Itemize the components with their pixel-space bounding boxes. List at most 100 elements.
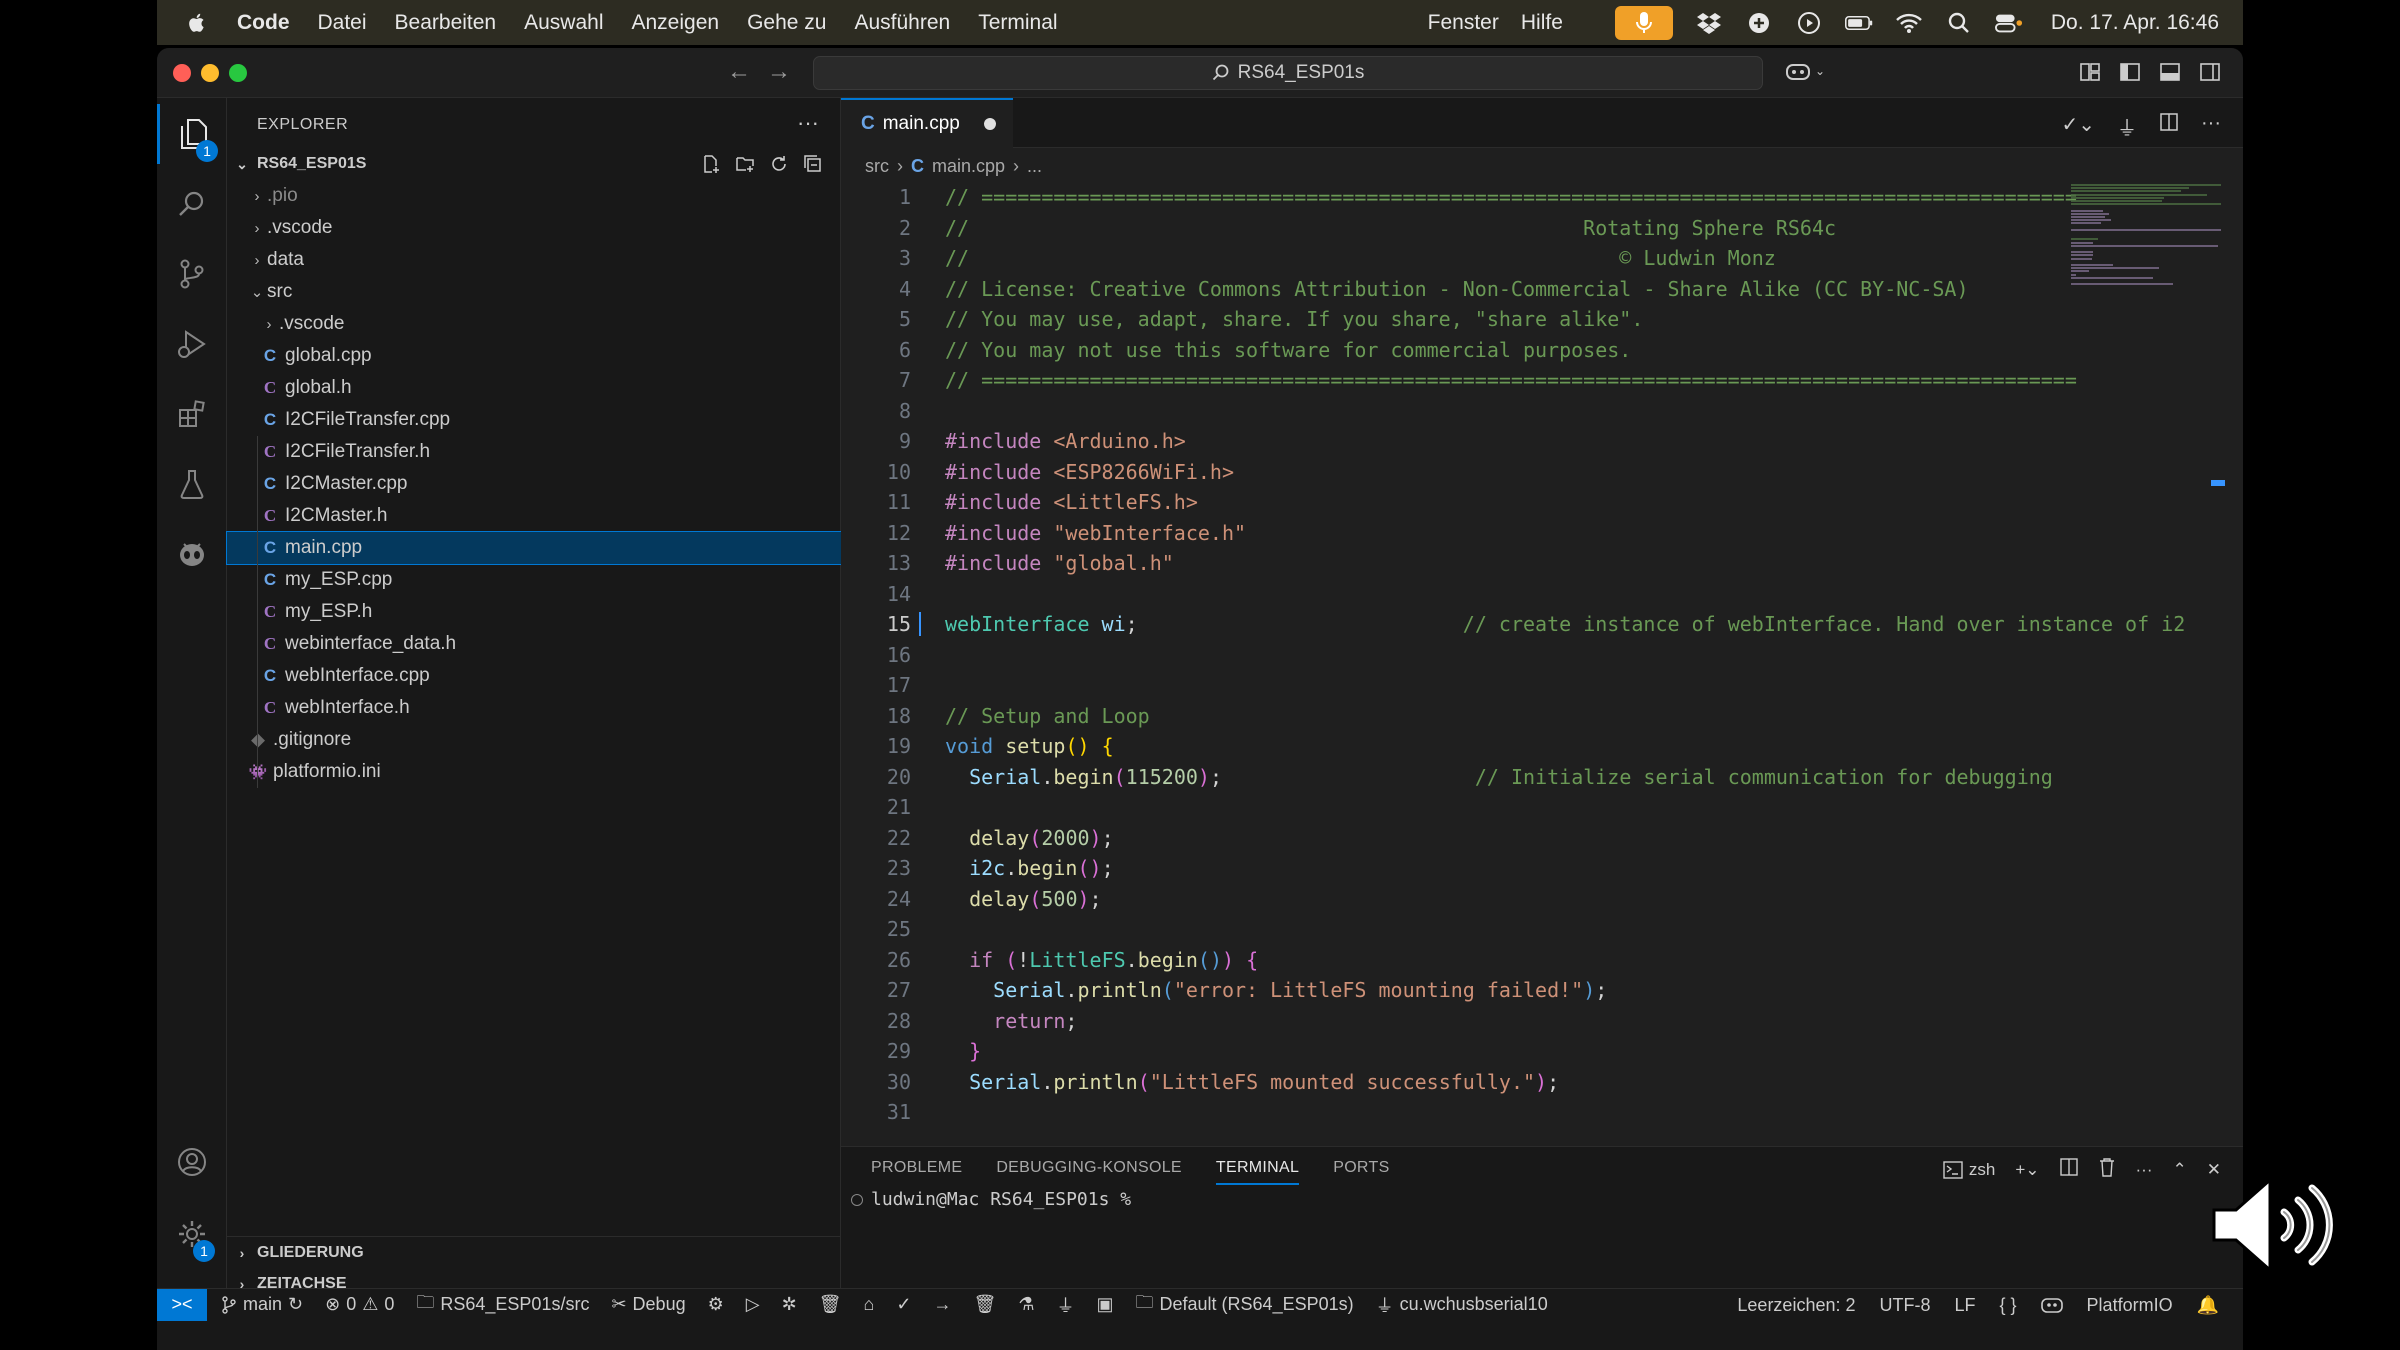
code-line[interactable]: // You may not use this software for com…: [945, 335, 1631, 366]
project-root[interactable]: ⌄ RS64_ESP01S: [227, 150, 841, 178]
tree-file[interactable]: Cmain.cpp: [226, 531, 842, 565]
tree-file[interactable]: Cmy_ESP.h: [227, 596, 841, 628]
code-line[interactable]: return;: [945, 1006, 1077, 1037]
tree-folder[interactable]: › .vscode: [227, 308, 841, 340]
toggle-secondary-sidebar-icon[interactable]: [2199, 61, 2221, 83]
control-center-icon[interactable]: [1994, 10, 2023, 36]
pio-home-icon[interactable]: ⌂: [864, 1294, 875, 1315]
menu-ausfuehren[interactable]: Ausführen: [854, 11, 950, 35]
menu-auswahl[interactable]: Auswahl: [524, 11, 603, 35]
code-line[interactable]: #include <Arduino.h>: [945, 426, 1186, 457]
pio-clean-icon[interactable]: 🗑: [819, 1294, 842, 1315]
more-actions-icon[interactable]: ···: [2136, 1160, 2153, 1180]
pio-debug-icon[interactable]: ✲: [782, 1294, 797, 1315]
tree-file[interactable]: Cglobal.h: [227, 372, 841, 404]
terminal-shell-selector[interactable]: zsh: [1943, 1160, 1995, 1180]
tree-file[interactable]: C I2CFileTransfer.h: [227, 436, 841, 468]
code-line[interactable]: // © Ludwin Monz: [945, 243, 1776, 274]
menu-anzeigen[interactable]: Anzeigen: [632, 11, 720, 35]
activity-source-control[interactable]: [157, 244, 227, 304]
window-close-button[interactable]: [173, 64, 191, 82]
code-line[interactable]: // =====================================…: [945, 365, 2077, 396]
pio-environment[interactable]: 🗀 Default (RS64_ESP01s): [1136, 1290, 1354, 1320]
code-line[interactable]: ESP01s.begin(); // init Wifi and time: [945, 1128, 1716, 1133]
pio-clean-all-icon[interactable]: 🗑: [974, 1294, 997, 1315]
wifi-icon[interactable]: [1895, 10, 1923, 36]
pio-build-icon[interactable]: ✓: [896, 1294, 911, 1315]
back-arrow-icon[interactable]: ←: [727, 58, 751, 86]
command-center-search[interactable]: RS64_ESP01s: [813, 56, 1763, 90]
unsaved-dot-icon[interactable]: [983, 118, 996, 130]
collapse-all-icon[interactable]: [803, 154, 823, 174]
copilot-menu[interactable]: ⌄: [1785, 60, 1825, 82]
code-editor[interactable]: 1 // ====================================…: [841, 182, 2221, 1132]
cloud-sync-icon[interactable]: [1745, 10, 1773, 36]
code-line[interactable]: Serial.println("LittleFS mounted success…: [945, 1067, 1559, 1098]
code-line[interactable]: // You may use, adapt, share. If you sha…: [945, 304, 1643, 335]
code-line[interactable]: Serial.println("error: LittleFS mounting…: [945, 975, 1607, 1006]
debug-button[interactable]: ✂ Debug: [611, 1294, 685, 1315]
tree-file[interactable]: Cwebinterface_data.h: [227, 628, 841, 660]
split-editor-icon[interactable]: [2159, 112, 2179, 141]
tree-file[interactable]: C I2CFileTransfer.cpp: [227, 404, 841, 436]
line-ending[interactable]: LF: [1955, 1295, 1976, 1316]
outline-section[interactable]: › GLIEDERUNG: [227, 1236, 841, 1268]
refresh-icon[interactable]: [769, 154, 789, 174]
code-line[interactable]: // License: Creative Commons Attribution…: [945, 274, 1969, 305]
pio-build-run-icon[interactable]: ▷: [746, 1294, 760, 1315]
menu-hilfe[interactable]: Hilfe: [1521, 11, 1563, 35]
git-branch[interactable]: main ↻: [221, 1294, 303, 1315]
apple-icon[interactable]: [185, 11, 209, 35]
new-file-icon[interactable]: [701, 154, 721, 174]
copilot-status-icon[interactable]: [2040, 1296, 2063, 1314]
code-line[interactable]: #include "global.h": [945, 548, 1174, 579]
indentation[interactable]: Leerzeichen: 2: [1737, 1295, 1855, 1316]
activity-manage[interactable]: 1: [157, 1204, 227, 1264]
pio-test-icon[interactable]: ⚗: [1018, 1294, 1034, 1315]
encoding[interactable]: UTF-8: [1880, 1295, 1931, 1316]
code-line[interactable]: #include <LittleFS.h>: [945, 487, 1198, 518]
tree-folder[interactable]: › .vscode: [227, 212, 841, 244]
tab-main-cpp[interactable]: C main.cpp: [841, 98, 1013, 148]
tree-file[interactable]: C I2CMaster.h: [227, 500, 841, 532]
pio-port[interactable]: ⏚ cu.wchusbserial10: [1376, 1292, 1548, 1318]
activity-testing[interactable]: [157, 454, 227, 514]
pio-terminal-icon[interactable]: ▣: [1097, 1294, 1114, 1315]
code-line[interactable]: // =====================================…: [945, 182, 2077, 213]
window-minimize-button[interactable]: [201, 64, 219, 82]
pio-settings-icon[interactable]: ⚙: [708, 1294, 724, 1315]
more-actions-icon[interactable]: ···: [2201, 112, 2221, 141]
battery-icon[interactable]: [1844, 10, 1873, 36]
code-line[interactable]: delay(2000);: [945, 823, 1114, 854]
code-line[interactable]: #include <ESP8266WiFi.h>: [945, 457, 1234, 488]
activity-run-debug[interactable]: [157, 314, 227, 374]
tree-file[interactable]: ◆.gitignore: [227, 724, 841, 756]
dropbox-icon[interactable]: [1695, 10, 1723, 36]
code-line[interactable]: i2c.begin();: [945, 853, 1114, 884]
activity-platformio[interactable]: [157, 524, 227, 584]
trash-icon[interactable]: [2098, 1157, 2116, 1182]
breadcrumb-symbol[interactable]: ...: [1027, 156, 1042, 177]
tab-ports[interactable]: PORTS: [1333, 1159, 1389, 1185]
menubar-clock[interactable]: Do. 17. Apr. 16:46: [2051, 11, 2219, 35]
menu-gehe-zu[interactable]: Gehe zu: [747, 11, 826, 35]
tree-folder[interactable]: › data: [227, 244, 841, 276]
menu-fenster[interactable]: Fenster: [1428, 11, 1499, 35]
activity-accounts[interactable]: [157, 1132, 227, 1192]
tab-terminal[interactable]: TERMINAL: [1215, 1159, 1300, 1185]
menu-code[interactable]: Code: [237, 11, 290, 35]
minimap[interactable]: [2065, 182, 2225, 1132]
pio-project-env[interactable]: 🗀 RS64_ESP01s/src: [416, 1290, 589, 1320]
tree-file[interactable]: CwebInterface.h: [227, 692, 841, 724]
menu-datei[interactable]: Datei: [318, 11, 367, 35]
breadcrumb-file[interactable]: main.cpp: [932, 156, 1005, 177]
tree-file[interactable]: CwebInterface.cpp: [227, 660, 841, 692]
code-line[interactable]: void setup() {: [945, 731, 1114, 762]
menu-bearbeiten[interactable]: Bearbeiten: [395, 11, 497, 35]
tab-debug-console[interactable]: DEBUGGING-KONSOLE: [996, 1159, 1182, 1185]
tree-file[interactable]: Cglobal.cpp: [227, 340, 841, 372]
menu-terminal[interactable]: Terminal: [978, 11, 1057, 35]
toggle-primary-sidebar-icon[interactable]: [2119, 61, 2141, 83]
microphone-icon[interactable]: [1614, 5, 1673, 40]
remote-indicator-icon[interactable]: ><: [157, 1288, 207, 1321]
